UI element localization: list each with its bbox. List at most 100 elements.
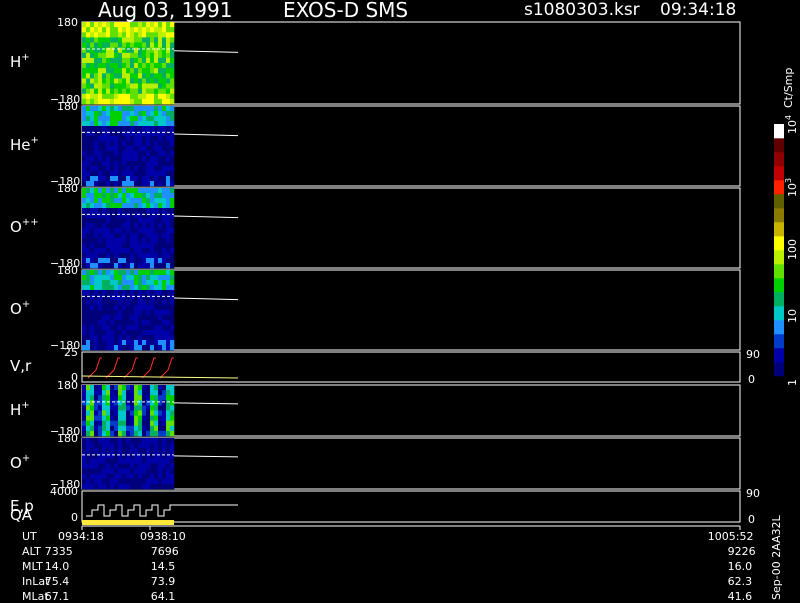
spectrogram-cell	[90, 116, 95, 122]
spectrogram-cell	[154, 27, 159, 33]
spectrogram-cell	[114, 438, 119, 444]
spectrogram-cell	[98, 98, 103, 105]
spectrogram-cell	[150, 37, 155, 43]
spectrogram-cell	[118, 478, 123, 485]
spectrogram-cell	[146, 390, 151, 396]
spectrogram-cell	[118, 116, 123, 122]
spectrogram-cell	[82, 390, 87, 396]
spectrogram-cell	[102, 151, 107, 157]
spectrogram-cell	[94, 57, 99, 64]
spectrogram-cell	[166, 258, 171, 264]
spectrogram-cell	[86, 161, 91, 167]
spectrogram-cell	[142, 243, 147, 249]
spectrogram-cell	[106, 248, 111, 254]
spectrogram-cell	[170, 213, 175, 219]
spectrogram-cell	[150, 253, 155, 259]
spectrogram-cell	[122, 146, 127, 152]
spectrogram-cell	[90, 63, 95, 69]
spectrogram-cell	[118, 141, 123, 147]
spectrogram-cell	[134, 218, 139, 224]
spectrogram-cell	[98, 270, 103, 276]
spectrogram-cell	[102, 335, 107, 341]
spectrogram-cell	[102, 330, 107, 336]
spectrogram-cell	[138, 453, 143, 459]
spectrogram-cell	[162, 111, 167, 117]
spectrogram-cell	[86, 300, 91, 306]
spectrogram-cell	[94, 68, 99, 74]
spectrogram-cell	[134, 315, 139, 321]
spectrogram-cell	[102, 166, 107, 172]
spectrogram-cell	[106, 395, 111, 401]
spectrogram-cell	[86, 22, 91, 28]
spectrogram-cell	[82, 340, 87, 346]
spectrogram-cell	[94, 248, 99, 254]
spectrogram-cell	[102, 126, 107, 132]
panel-label-sup: +	[21, 299, 31, 310]
spectrogram-cell	[154, 468, 159, 474]
spectrogram-cell	[94, 176, 99, 182]
spectrogram-cell	[94, 193, 99, 199]
spectrogram-cell	[122, 188, 127, 194]
spectrogram-cell	[138, 37, 143, 43]
spectrogram-cell	[106, 57, 111, 64]
spectrogram-cell	[122, 315, 127, 321]
spectrogram-cell	[94, 390, 99, 396]
spectrogram-cell	[130, 263, 135, 269]
spectrogram-cell	[86, 238, 91, 244]
spectrogram-cell	[166, 22, 171, 28]
spectrogram-cell	[110, 448, 115, 454]
spectrogram-cell	[110, 420, 115, 427]
spectrogram-cell	[134, 448, 139, 454]
spectrogram-cell	[170, 223, 175, 229]
spectrogram-cell	[94, 73, 99, 79]
spectrogram-cell	[110, 243, 115, 249]
spectrogram-cell	[106, 315, 111, 321]
spectrogram-cell	[110, 106, 115, 112]
spectrogram-cell	[142, 203, 147, 209]
footer-value: 7335	[44, 545, 73, 558]
spectrogram-cell	[90, 438, 95, 444]
spectrogram-cell	[154, 52, 159, 59]
spectrogram-cell	[146, 443, 151, 449]
spectrogram-cell	[114, 325, 119, 331]
spectrogram-cell	[118, 126, 123, 132]
spectrogram-cell	[154, 390, 159, 396]
spectrogram-cell	[126, 420, 131, 427]
spectrogram-cell	[166, 463, 171, 469]
spectrogram-cell	[114, 473, 119, 480]
spectrogram-cell	[90, 483, 95, 490]
spectrogram-cell	[86, 116, 91, 122]
spectrogram-cell	[146, 68, 151, 74]
spectrogram-cell	[106, 126, 111, 132]
spectrogram-cell	[166, 478, 171, 485]
spectrogram-cell	[110, 193, 115, 199]
spectrogram-cell	[86, 458, 91, 464]
spectrogram-cell	[126, 98, 131, 105]
colorbar-tick: 10	[786, 309, 799, 323]
spectrogram-cell	[102, 340, 107, 346]
spectrogram-cell	[158, 438, 163, 444]
spectrogram-cell	[162, 295, 167, 301]
spectrogram-cell	[130, 468, 135, 474]
spectrogram-cell	[106, 320, 111, 326]
spectrogram-cell	[138, 290, 143, 296]
spectrogram-cell	[134, 458, 139, 464]
spectrogram-cell	[162, 310, 167, 316]
spectrogram-cell	[106, 218, 111, 224]
spectrogram-cell	[166, 98, 171, 105]
spectrogram-cell	[126, 473, 131, 480]
spectrogram-cell	[154, 478, 159, 485]
spectrogram-cell	[146, 111, 151, 117]
footer-value: 64.1	[150, 590, 176, 603]
spectrogram-cell	[134, 223, 139, 229]
spectrogram-cell	[98, 285, 103, 291]
spectrogram-cell	[146, 32, 151, 38]
spectrogram-cell	[146, 290, 151, 296]
spectrogram-cell	[146, 47, 151, 53]
spectrogram-cell	[102, 193, 107, 199]
spectrogram-cell	[142, 228, 147, 234]
spectrogram-cell	[110, 405, 115, 411]
spectrogram-cell	[114, 285, 119, 291]
spectrogram-cell	[134, 410, 139, 416]
spectrogram-cell	[138, 315, 143, 321]
